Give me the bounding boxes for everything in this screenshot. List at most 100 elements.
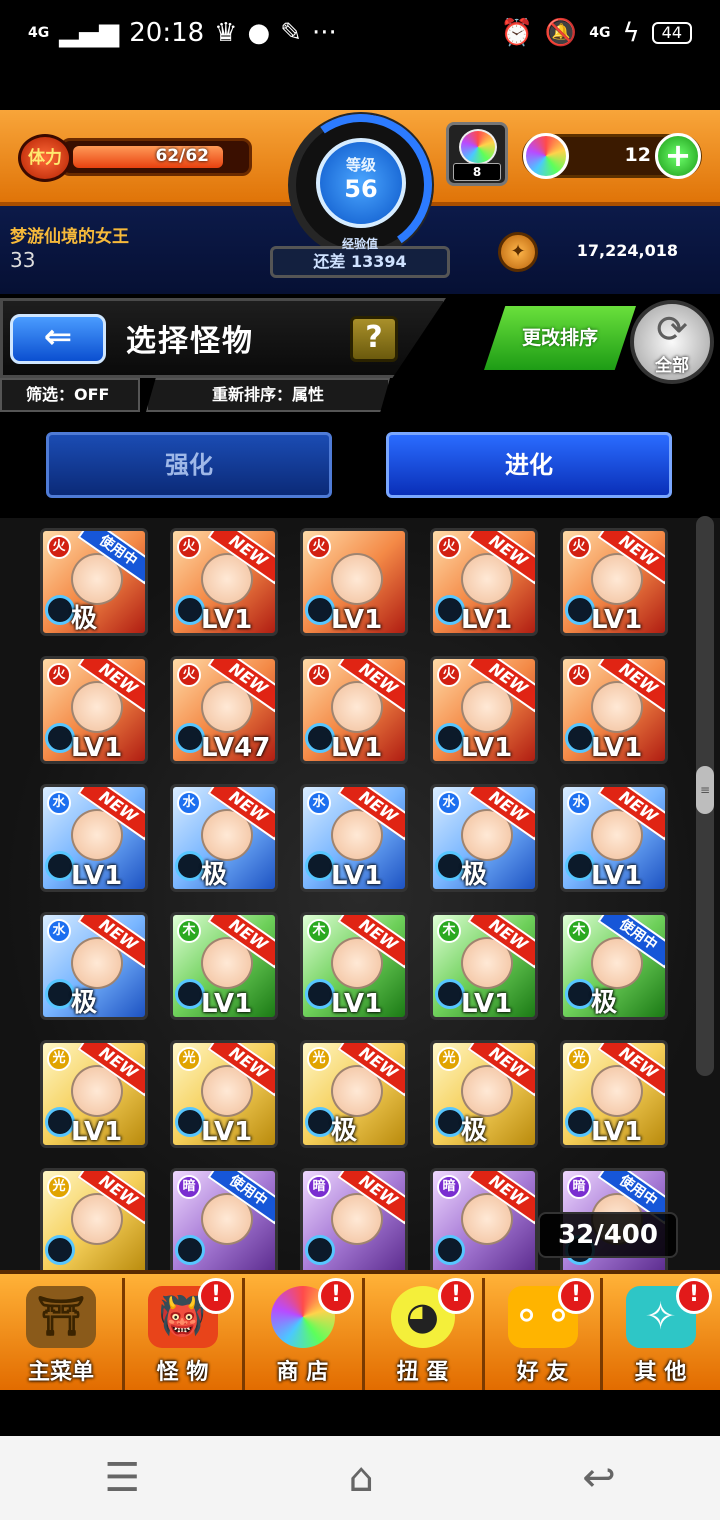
wood-element-icon: 木 <box>177 919 201 943</box>
home-gate-icon: ⛩ <box>26 1286 96 1348</box>
monster-card[interactable]: 光极 NEW <box>300 1040 408 1148</box>
help-button[interactable]: ? <box>350 316 398 362</box>
page-title: 选择怪物 <box>126 324 254 359</box>
monster-card[interactable]: 光极 NEW <box>430 1040 538 1148</box>
fire-element-icon: 火 <box>437 535 461 559</box>
spacer <box>0 1390 720 1436</box>
alert-badge: ! <box>198 1278 234 1314</box>
nav-label: 扭 蛋 <box>396 1360 449 1385</box>
monster-card[interactable]: 光 LV1 NEW <box>40 1040 148 1148</box>
monster-card[interactable]: 火 LV47 NEW <box>170 656 278 764</box>
monster-level: LV1 <box>201 605 253 635</box>
monster-card[interactable]: 火 LV1 NEW <box>170 528 278 636</box>
orb-inventory[interactable]: 8 <box>446 122 508 186</box>
light-element-icon: 光 <box>47 1175 71 1199</box>
level-value: 56 <box>344 175 378 203</box>
monster-card[interactable]: 木 LV1 NEW <box>170 912 278 1020</box>
alert-badge: ! <box>438 1278 474 1314</box>
monster-card[interactable]: 光 NEW <box>40 1168 148 1270</box>
ball-icon: ● <box>247 18 271 48</box>
monster-card[interactable]: 水 LV1 NEW <box>40 784 148 892</box>
monster-card[interactable]: 水极 NEW <box>170 784 278 892</box>
monster-card[interactable]: 火 LV1 NEW <box>300 656 408 764</box>
dark-element-icon: 暗 <box>307 1175 331 1199</box>
crown-icon: ♛ <box>214 18 238 48</box>
back-icon[interactable]: ↩ <box>582 1455 616 1501</box>
monster-card[interactable]: 水 LV1 NEW <box>300 784 408 892</box>
nav-monster[interactable]: 👹 怪 物 ! <box>122 1278 240 1390</box>
fire-element-icon: 火 <box>437 663 461 687</box>
menu-icon[interactable]: ☰ <box>104 1455 140 1501</box>
water-element-icon: 水 <box>567 791 591 815</box>
monster-grid-area: 火极使用中火 LV1 NEW 火 LV1 火 LV1 NEW 火 LV1 NEW 火 LV1 NEW 火 LV… <box>0 518 720 1270</box>
wood-element-icon: 木 <box>307 919 331 943</box>
nav-label: 怪 物 <box>156 1360 209 1385</box>
status-bar: 4G ▂▄▆ 20:18 ♛ ● ✎ ··· ⏰ 🔕 4G ϟ 44 <box>0 0 720 66</box>
water-element-icon: 水 <box>307 791 331 815</box>
coin-icon: ✦ <box>498 232 538 272</box>
monster-card[interactable]: 木 LV1 NEW <box>430 912 538 1020</box>
nav-main-menu[interactable]: ⛩ 主菜单 <box>2 1278 120 1390</box>
orb-count: 8 <box>453 163 501 181</box>
all-button[interactable]: ⟳ 全部 <box>630 300 714 384</box>
water-element-icon: 水 <box>437 791 461 815</box>
monster-level: LV1 <box>461 733 513 763</box>
nav-label: 主菜单 <box>27 1360 94 1385</box>
monster-card[interactable]: 暗使用中 <box>170 1168 278 1270</box>
monster-level: LV1 <box>71 1117 123 1147</box>
resort-button[interactable]: 更改排序 <box>484 306 636 370</box>
monster-card[interactable]: 水极 NEW <box>430 784 538 892</box>
back-button[interactable]: ⇐ <box>10 314 106 364</box>
monster-level: 极 <box>331 1116 358 1146</box>
light-element-icon: 光 <box>437 1047 461 1071</box>
monster-card[interactable]: 火 LV1 NEW <box>430 656 538 764</box>
monster-card[interactable]: 暗 NEW <box>300 1168 408 1270</box>
water-element-icon: 水 <box>47 791 71 815</box>
gem-icon <box>523 133 569 179</box>
light-element-icon: 光 <box>567 1047 591 1071</box>
home-icon[interactable]: ⌂ <box>348 1455 373 1501</box>
monster-level: 极 <box>201 860 228 890</box>
monster-card[interactable]: 火 LV1 NEW <box>430 528 538 636</box>
monster-card[interactable]: 水 LV1 NEW <box>560 784 668 892</box>
monster-card[interactable]: 木 LV1 NEW <box>300 912 408 1020</box>
monster-card[interactable]: 火 LV1 NEW <box>40 656 148 764</box>
monster-card[interactable]: 暗 NEW <box>430 1168 538 1270</box>
nav-friends[interactable]: ⚬⚬ 好 友 ! <box>482 1278 600 1390</box>
monster-level: LV1 <box>331 733 383 763</box>
alert-badge: ! <box>676 1278 712 1314</box>
app-screen: 4G ▂▄▆ 20:18 ♛ ● ✎ ··· ⏰ 🔕 4G ϟ 44 体力 62… <box>0 0 720 1520</box>
monster-card[interactable]: 火 LV1 <box>300 528 408 636</box>
fire-element-icon: 火 <box>47 535 71 559</box>
scroll-thumb[interactable]: ≡ <box>696 766 714 814</box>
filter-row: 筛选：OFF 重新排序：属性 <box>0 378 400 412</box>
monster-level: 极 <box>591 988 618 1018</box>
nav-label: 商 店 <box>276 1360 329 1385</box>
monster-card[interactable]: 火 LV1 NEW <box>560 656 668 764</box>
monster-card[interactable]: 火 LV1 NEW <box>560 528 668 636</box>
scrollbar[interactable]: ≡ <box>696 516 714 1076</box>
nav-label: 其 他 <box>634 1360 687 1385</box>
nav-other[interactable]: ✧ 其 他 ! <box>600 1278 718 1390</box>
add-gem-button[interactable]: + <box>655 133 701 179</box>
monster-card[interactable]: 木极使用中 <box>560 912 668 1020</box>
mute-icon: 🔕 <box>544 18 578 48</box>
gem-bar: 12 + <box>522 133 702 179</box>
fire-element-icon: 火 <box>567 663 591 687</box>
system-nav-bar: ☰ ⌂ ↩ <box>0 1436 720 1520</box>
fire-element-icon: 火 <box>307 535 331 559</box>
monster-level: 极 <box>71 604 98 634</box>
monster-card[interactable]: 水极 NEW <box>40 912 148 1020</box>
tab-evolve[interactable]: 进化 <box>386 432 672 498</box>
monster-card[interactable]: 光 LV1 NEW <box>560 1040 668 1148</box>
alarm-icon: ⏰ <box>500 18 533 48</box>
monster-card[interactable]: 光 LV1 NEW <box>170 1040 278 1148</box>
sort-selector[interactable]: 重新排序：属性 <box>146 378 390 412</box>
monster-card[interactable]: 火极使用中 <box>40 528 148 636</box>
nav-gacha[interactable]: ◕ 扭 蛋 ! <box>362 1278 480 1390</box>
nav-shop[interactable]: 商 店 ! <box>242 1278 360 1390</box>
water-element-icon: 水 <box>177 791 201 815</box>
monster-level: LV1 <box>591 605 643 635</box>
filter-toggle[interactable]: 筛选：OFF <box>0 378 140 412</box>
tab-enhance[interactable]: 强化 <box>46 432 332 498</box>
